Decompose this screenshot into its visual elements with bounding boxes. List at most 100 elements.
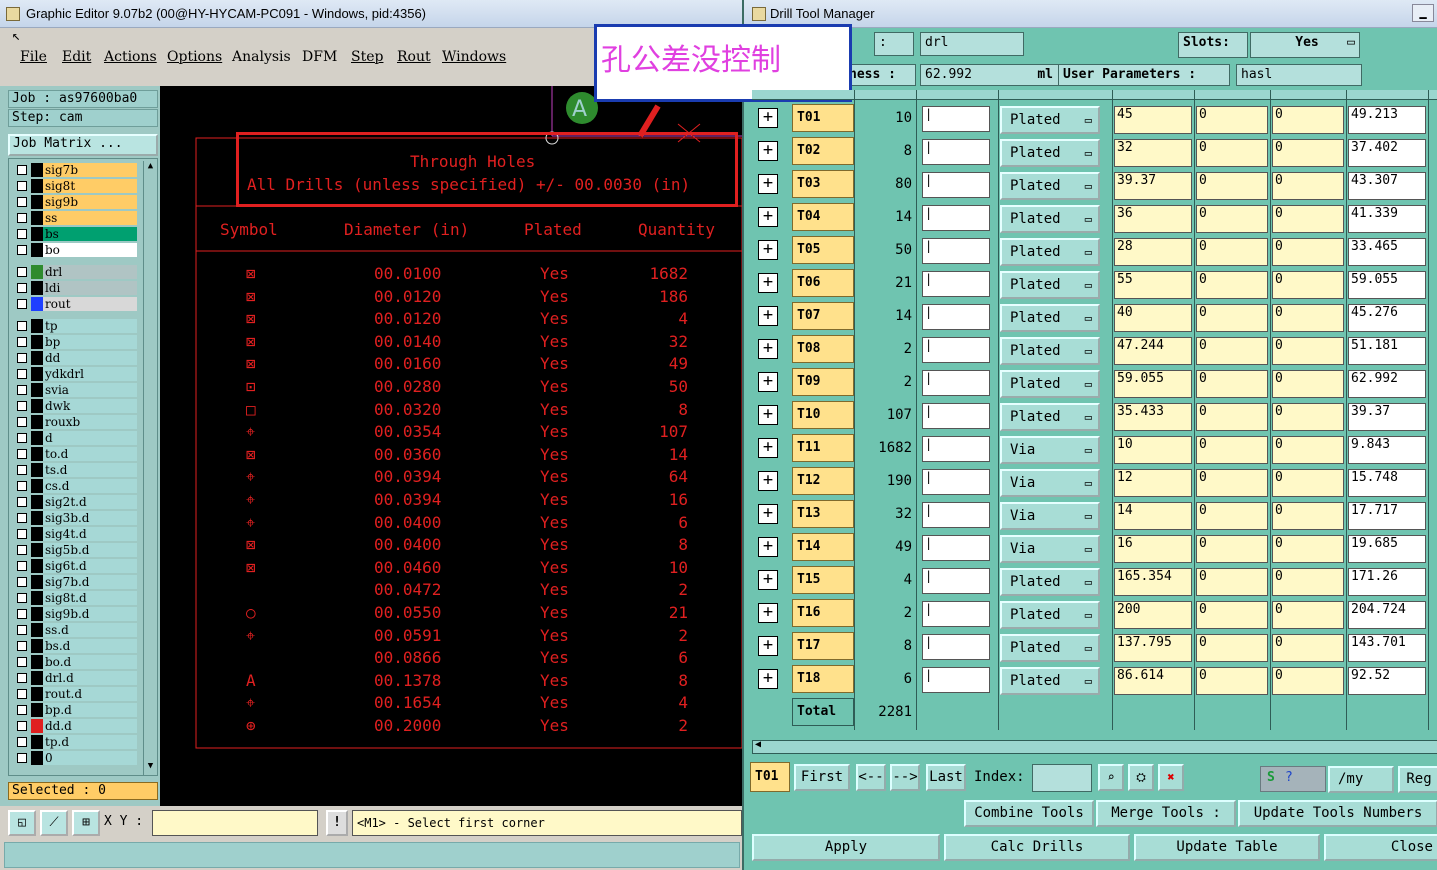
tool-drill-size-input[interactable]: 15.748 [1348, 469, 1426, 497]
layer-row[interactable]: dd [13, 351, 137, 365]
tool-type-select[interactable]: Plated ▭ [1000, 106, 1100, 134]
layer-checkbox[interactable] [17, 673, 27, 683]
tool-finish-input[interactable]: | [922, 535, 990, 561]
tool-tol-plus-input[interactable]: 0 [1272, 205, 1344, 233]
layer-row[interactable]: bo.d [13, 655, 137, 669]
tool-type-select[interactable]: Plated ▭ [1000, 634, 1100, 662]
tool-tol-plus-input[interactable]: 0 [1272, 172, 1344, 200]
tool-id[interactable]: T10 [792, 401, 854, 429]
tool-tol-minus-input[interactable]: 0 [1196, 436, 1268, 464]
menu-dfm[interactable]: DFM [302, 49, 337, 65]
tool-drill-size-input[interactable]: 51.181 [1348, 337, 1426, 365]
expand-icon[interactable]: + [758, 207, 778, 227]
tool-id[interactable]: T01 [792, 104, 854, 132]
combine-tools-button[interactable]: Combine Tools [964, 800, 1094, 827]
layer-checkbox[interactable] [17, 353, 27, 363]
layer-row[interactable]: sig5b.d [13, 543, 137, 557]
layer-checkbox[interactable] [17, 197, 27, 207]
layer-row[interactable]: cs.d [13, 479, 137, 493]
layer-checkbox[interactable] [17, 401, 27, 411]
tool-tol-plus-input[interactable]: 0 [1272, 370, 1344, 398]
tool-size-input[interactable]: 45 [1114, 106, 1192, 134]
tool-finish-input[interactable]: | [922, 271, 990, 297]
layer-checkbox[interactable] [17, 417, 27, 427]
close-button[interactable]: Close [1324, 834, 1437, 861]
tool-tol-minus-input[interactable]: 0 [1196, 601, 1268, 629]
expand-icon[interactable]: + [758, 438, 778, 458]
tool-tol-plus-input[interactable]: 0 [1272, 337, 1344, 365]
scroll-up-icon[interactable]: ▲ [145, 161, 156, 171]
layer-checkbox[interactable] [17, 721, 27, 731]
tool-size-input[interactable]: 32 [1114, 139, 1192, 167]
layer-row[interactable]: to.d [13, 447, 137, 461]
tool-tol-plus-input[interactable]: 0 [1272, 403, 1344, 431]
tool-type-select[interactable]: Plated ▭ [1000, 172, 1100, 200]
menu-windows[interactable]: Windows [442, 49, 506, 65]
expand-icon[interactable]: + [758, 405, 778, 425]
expand-icon[interactable]: + [758, 339, 778, 359]
tool-size-input[interactable]: 40 [1114, 304, 1192, 332]
tool-id[interactable]: T09 [792, 368, 854, 396]
layer-checkbox[interactable] [17, 577, 27, 587]
slots-select[interactable]: Yes ▭ [1250, 32, 1360, 58]
tool-type-select[interactable]: Plated ▭ [1000, 238, 1100, 266]
tool-tol-plus-input[interactable]: 0 [1272, 568, 1344, 596]
tool-id[interactable]: T04 [792, 203, 854, 231]
scroll-left-icon[interactable]: ◀ [755, 739, 761, 750]
layer-row[interactable]: sig8t [13, 179, 137, 193]
tool-tol-minus-input[interactable]: 0 [1196, 139, 1268, 167]
tool-type-select[interactable]: Plated ▭ [1000, 601, 1100, 629]
tool-tol-minus-input[interactable]: 0 [1196, 634, 1268, 662]
layer-row[interactable]: rout.d [13, 687, 137, 701]
tool-tol-minus-input[interactable]: 0 [1196, 502, 1268, 530]
tool-id[interactable]: T06 [792, 269, 854, 297]
tool-tol-minus-input[interactable]: 0 [1196, 106, 1268, 134]
tool-tol-plus-input[interactable]: 0 [1272, 469, 1344, 497]
layer-checkbox[interactable] [17, 481, 27, 491]
tool-size-input[interactable]: 10 [1114, 436, 1192, 464]
minimize-icon[interactable]: ▁ [1412, 4, 1434, 22]
tool-id[interactable]: T11 [792, 434, 854, 462]
tool-size-input[interactable]: 14 [1114, 502, 1192, 530]
layer-checkbox[interactable] [17, 245, 27, 255]
tool-id[interactable]: T05 [792, 236, 854, 264]
tool-tol-plus-input[interactable]: 0 [1272, 106, 1344, 134]
tool-id[interactable]: T14 [792, 533, 854, 561]
layer-row[interactable]: drl.d [13, 671, 137, 685]
tool-size-input[interactable]: 47.244 [1114, 337, 1192, 365]
expand-icon[interactable]: + [758, 504, 778, 524]
expand-icon[interactable]: + [758, 471, 778, 491]
tool-finish-input[interactable]: | [922, 403, 990, 429]
layer-row[interactable]: bp.d [13, 703, 137, 717]
tool-finish-input[interactable]: | [922, 568, 990, 594]
tool-tol-minus-input[interactable]: 0 [1196, 469, 1268, 497]
layer-checkbox[interactable] [17, 513, 27, 523]
tool-tol-plus-input[interactable]: 0 [1272, 634, 1344, 662]
layer-field[interactable]: drl [920, 32, 1024, 56]
layer-checkbox[interactable] [17, 267, 27, 277]
layer-row[interactable]: bp [13, 335, 137, 349]
tool-type-select[interactable]: Plated ▭ [1000, 403, 1100, 431]
xy-input[interactable] [152, 810, 318, 836]
tools-icon[interactable]: ⛭ [1128, 764, 1154, 791]
tool-finish-input[interactable]: | [922, 139, 990, 165]
ness-field[interactable]: 62.992 ml [920, 64, 1060, 86]
tool-tol-plus-input[interactable]: 0 [1272, 436, 1344, 464]
menu-rout[interactable]: Rout [397, 49, 431, 65]
expand-icon[interactable]: + [758, 603, 778, 623]
menu-step[interactable]: Step [351, 49, 383, 65]
tool-size-input[interactable]: 55 [1114, 271, 1192, 299]
grid-icon[interactable]: ⊞ [72, 810, 100, 836]
layer-row[interactable]: dwk [13, 399, 137, 413]
first-button[interactable]: First [794, 764, 850, 791]
layer-checkbox[interactable] [17, 337, 27, 347]
expand-icon[interactable]: + [758, 636, 778, 656]
tool-drill-size-input[interactable]: 43.307 [1348, 172, 1426, 200]
menu-options[interactable]: Options [167, 49, 222, 65]
expand-icon[interactable]: + [758, 141, 778, 161]
tool-type-select[interactable]: Plated ▭ [1000, 568, 1100, 596]
tool-tol-minus-input[interactable]: 0 [1196, 535, 1268, 563]
scroll-down-icon[interactable]: ▼ [145, 761, 156, 771]
update-tools-numbers-button[interactable]: Update Tools Numbers [1238, 800, 1437, 827]
menu-file[interactable]: File [20, 49, 47, 65]
